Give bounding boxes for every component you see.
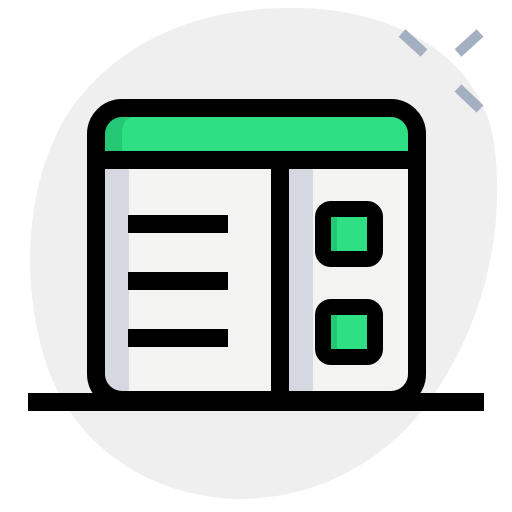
checkbox xyxy=(315,201,383,267)
checkbox xyxy=(315,299,383,365)
left-pane-shadow xyxy=(105,160,129,392)
title-bar xyxy=(105,117,408,152)
browser-window-sidebar-layout-icon xyxy=(28,7,498,499)
right-pane-shadow xyxy=(287,160,313,392)
icon-canvas xyxy=(0,0,512,512)
sparkle-stroke xyxy=(454,29,484,57)
